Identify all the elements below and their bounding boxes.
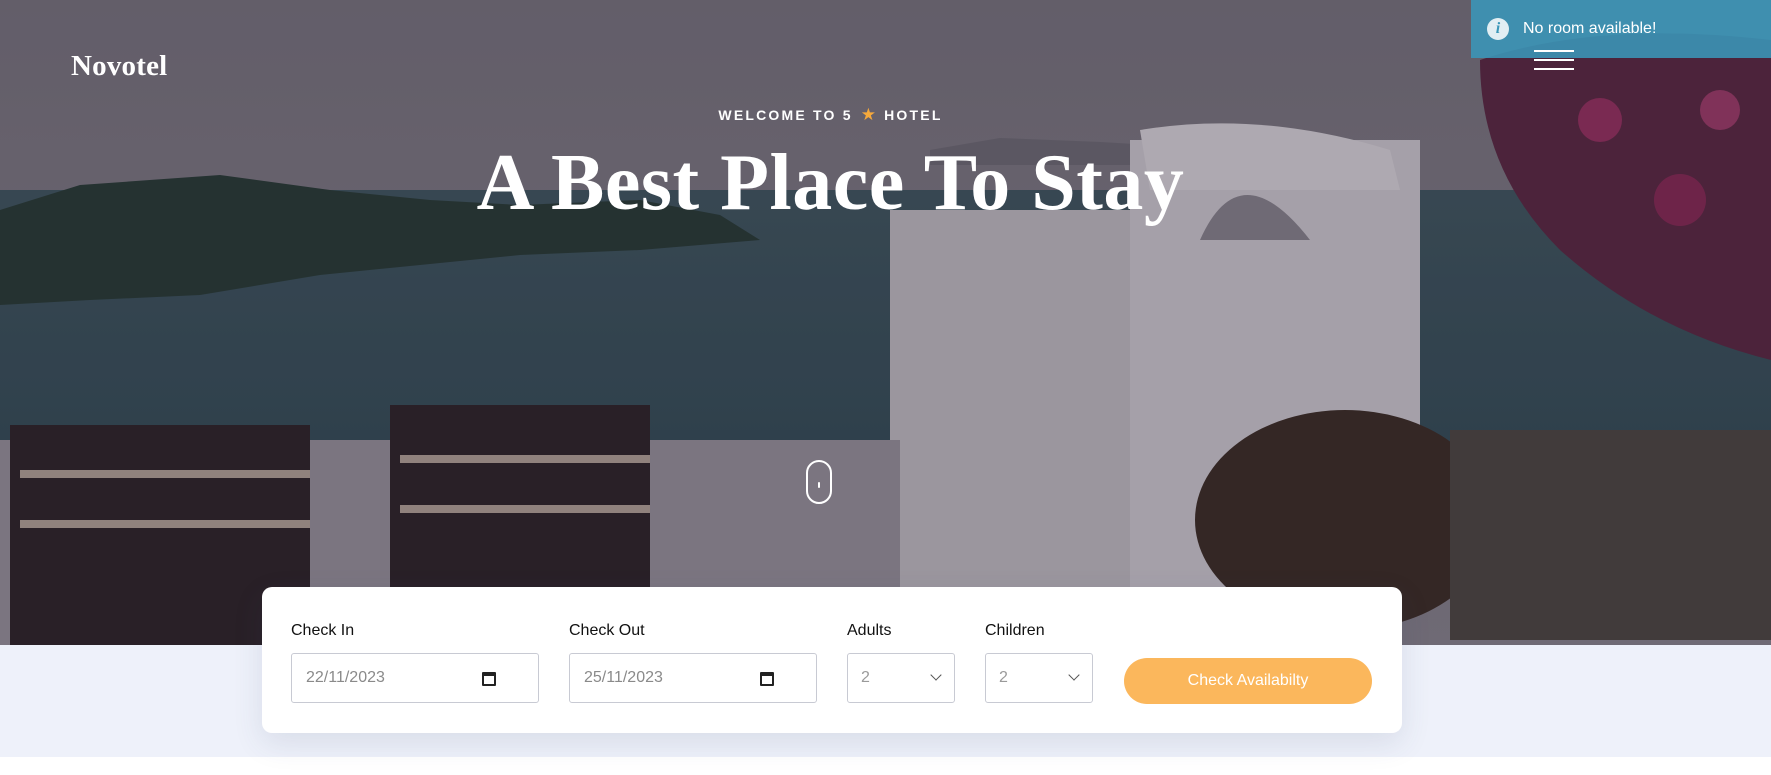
check-out-label: Check Out: [569, 622, 645, 639]
notification-message: No room available!: [1523, 20, 1657, 37]
hero-overlay: [0, 0, 1771, 645]
check-out-input[interactable]: 25/11/2023: [569, 653, 817, 703]
hero-eyebrow: WELCOME TO 5 ★ HOTEL: [0, 105, 1661, 125]
star-icon: ★: [860, 105, 877, 124]
mouse-scroll-icon[interactable]: [806, 460, 832, 504]
children-label: Children: [985, 622, 1045, 639]
eyebrow-suffix: HOTEL: [884, 107, 943, 123]
info-icon: i: [1487, 18, 1509, 40]
eyebrow-prefix: WELCOME TO 5: [718, 107, 853, 123]
notification-toast: i No room available!: [1471, 0, 1771, 58]
check-availability-button[interactable]: Check Availabilty: [1124, 658, 1372, 704]
check-out-value: 25/11/2023: [584, 669, 663, 686]
calendar-icon[interactable]: [482, 672, 496, 686]
children-value: 2: [999, 669, 1008, 686]
check-in-input[interactable]: 22/11/2023: [291, 653, 539, 703]
adults-select[interactable]: 2: [847, 653, 955, 703]
hero-section: [0, 0, 1771, 645]
page: Novotel i No room available! WELCOME TO …: [0, 0, 1771, 775]
chevron-down-icon: [930, 669, 942, 681]
hero-title: A Best Place To Stay: [476, 139, 1185, 227]
chevron-down-icon: [1068, 669, 1080, 681]
calendar-icon[interactable]: [760, 672, 774, 686]
mouse-scroll-wheel: [818, 482, 820, 488]
adults-label: Adults: [847, 622, 892, 639]
check-in-label: Check In: [291, 622, 355, 639]
booking-form: Check In 22/11/2023 Check Out 25/11/2023…: [262, 587, 1402, 733]
check-in-value: 22/11/2023: [306, 669, 385, 686]
hamburger-icon[interactable]: [1534, 48, 1574, 72]
site-logo[interactable]: Novotel: [71, 50, 167, 83]
children-select[interactable]: 2: [985, 653, 1093, 703]
page-bottom: [0, 757, 1771, 775]
adults-value: 2: [861, 669, 870, 686]
